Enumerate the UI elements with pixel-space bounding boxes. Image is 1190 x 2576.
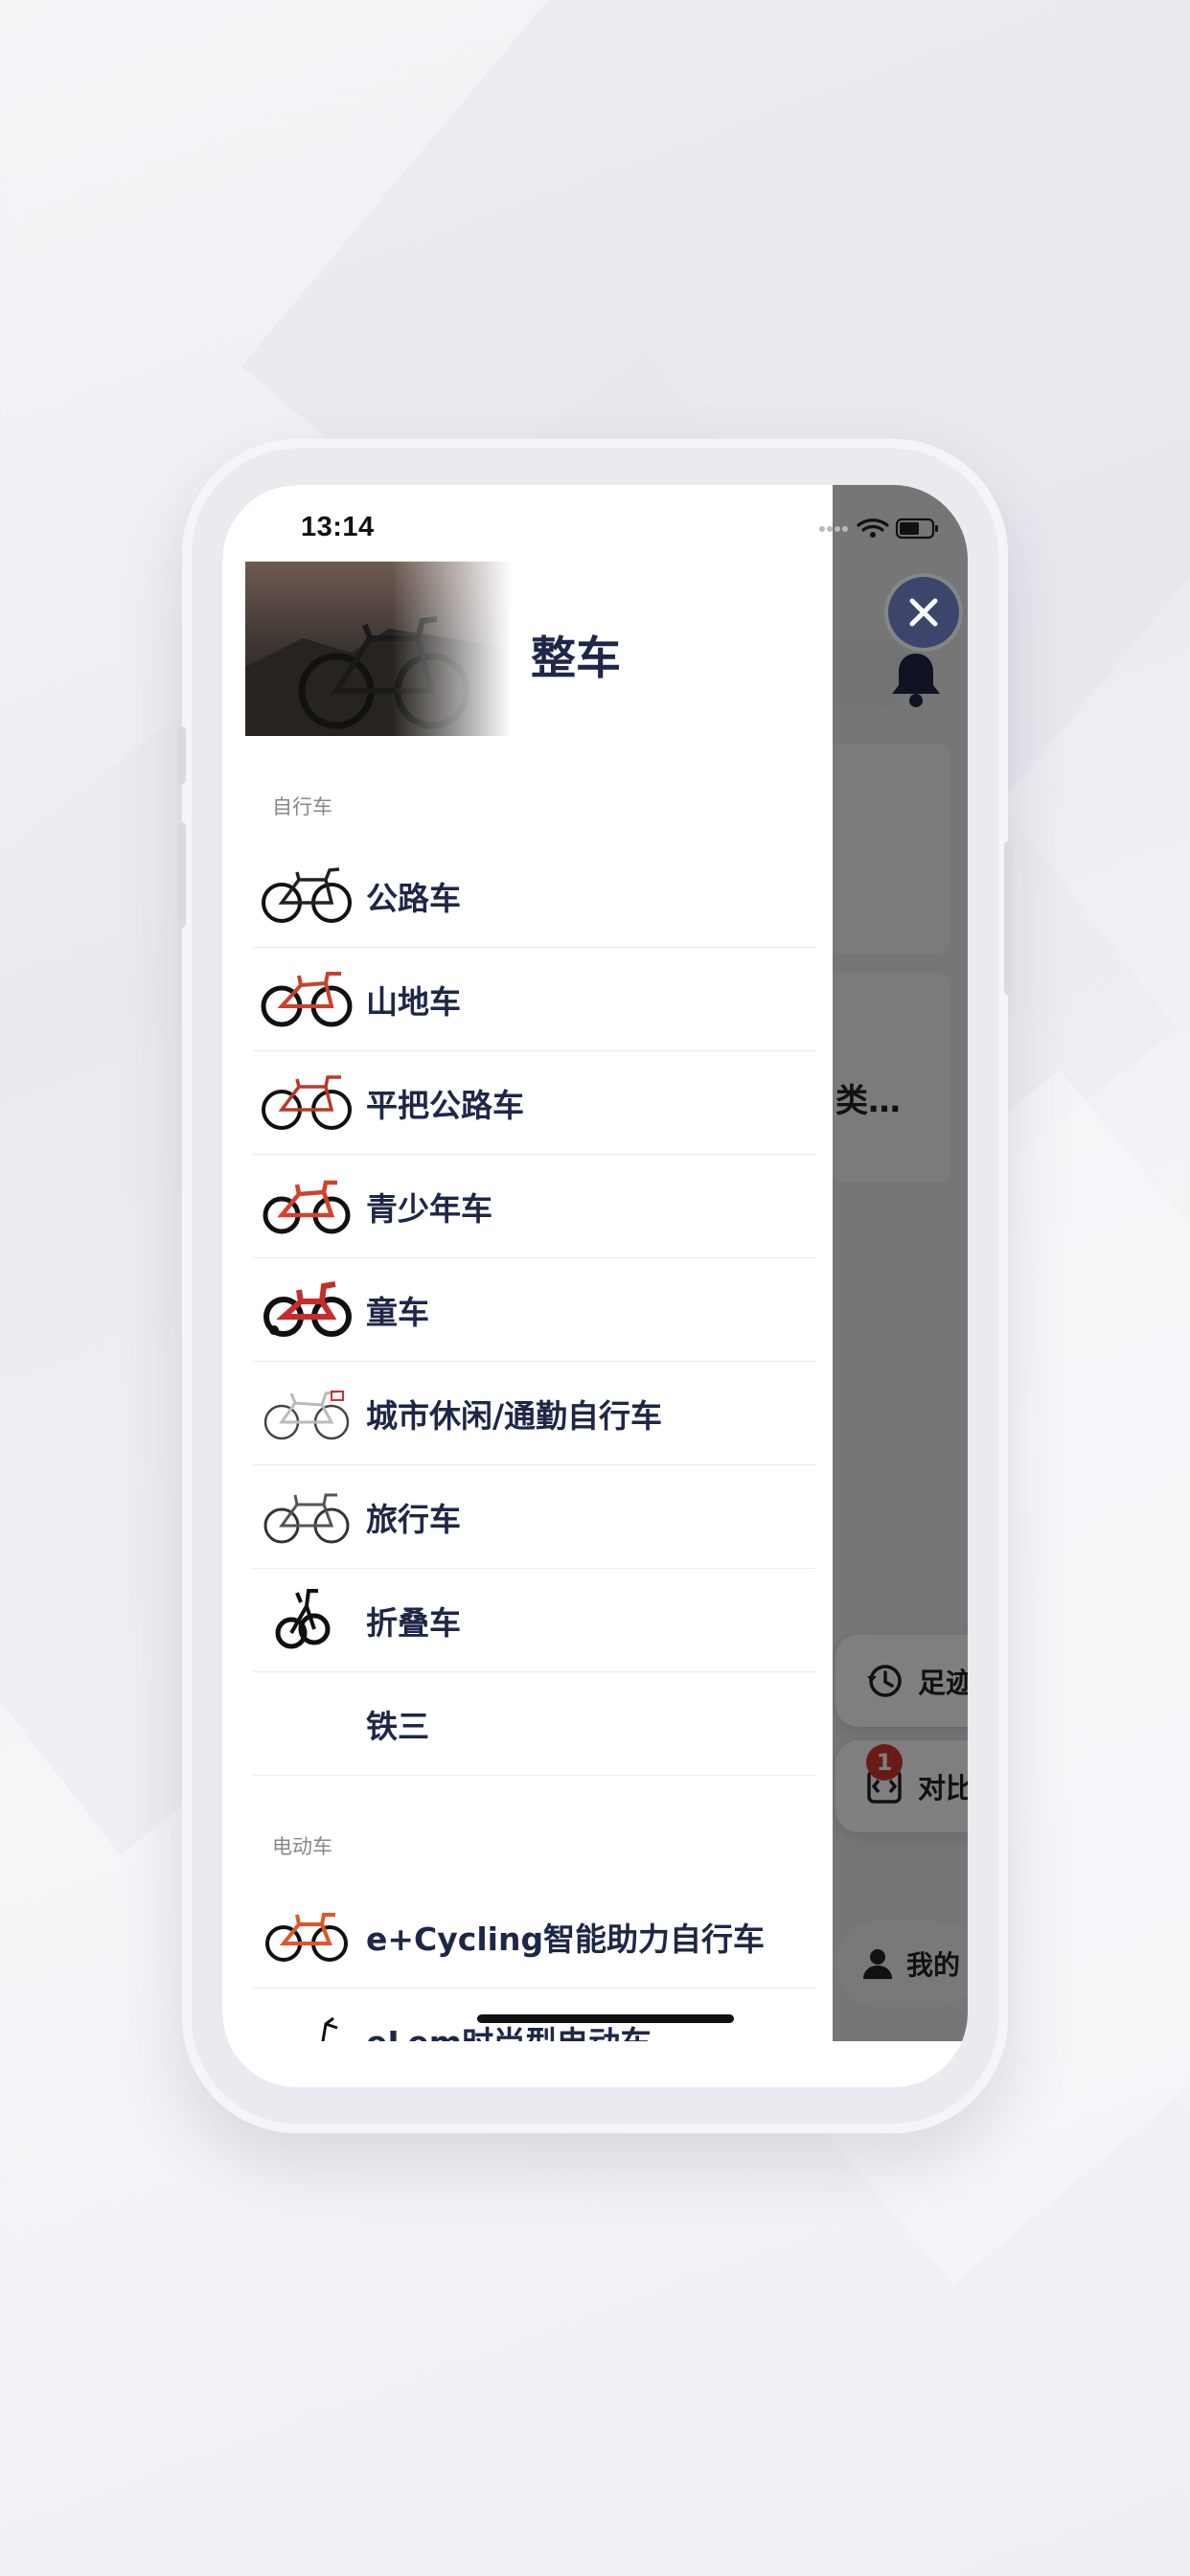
list-item-label: 青少年车 xyxy=(366,1190,492,1228)
phone-frame: 类… 足迹 对比 1 xyxy=(178,439,1012,2133)
list-item[interactable]: 童车 xyxy=(253,1257,816,1362)
list-item[interactable]: 公路车 xyxy=(253,843,816,948)
list-item-label: 铁三 xyxy=(366,1708,429,1745)
phone-side-button xyxy=(178,822,186,928)
wifi-icon xyxy=(857,518,889,532)
list-item-label: 旅行车 xyxy=(366,1501,461,1538)
list-item-label: 童车 xyxy=(366,1294,429,1331)
app-viewport: 类… 足迹 对比 1 xyxy=(222,485,968,2041)
kids-bike-icon xyxy=(263,1281,352,1337)
phone-side-button xyxy=(1004,841,1012,995)
mountain-bike-icon xyxy=(261,972,353,1027)
e-scooter-icon xyxy=(321,2016,338,2041)
list-item-label: 城市休闲/通勤自行车 xyxy=(366,1397,663,1435)
list-item[interactable]: 青少年车 xyxy=(253,1154,816,1258)
close-icon xyxy=(909,598,938,627)
status-icons xyxy=(819,518,938,540)
youth-bike-icon xyxy=(263,1180,351,1234)
flat-bar-road-bike-icon xyxy=(262,1075,352,1130)
e-bike-icon xyxy=(265,1913,348,1962)
list-item[interactable]: 折叠车 xyxy=(253,1568,816,1672)
city-bike-icon xyxy=(263,1390,350,1440)
drawer-title: 整车 xyxy=(531,632,621,685)
list-item[interactable]: e+Cycling智能助力自行车 xyxy=(253,1884,816,1989)
close-button[interactable] xyxy=(888,577,959,648)
home-indicator xyxy=(477,2014,734,2023)
road-bike-photo xyxy=(245,562,512,736)
list-item-label: e+Cycling智能助力自行车 xyxy=(366,1920,766,1958)
signal-icon xyxy=(819,526,848,532)
section-title-electric: 电动车 xyxy=(272,1835,332,1858)
list-item[interactable]: 平把公路车 xyxy=(253,1050,816,1155)
category-drawer: 13:14 整车 自行车 公路车 山地车 平把公路车 青少年车 童车 城市休闲/… xyxy=(222,485,833,2041)
folding-bike-icon xyxy=(275,1589,331,1649)
list-item[interactable]: 山地车 xyxy=(253,947,816,1051)
list-item[interactable]: 城市休闲/通勤自行车 xyxy=(253,1361,816,1465)
list-item-label: 平把公路车 xyxy=(366,1087,524,1124)
hero-image xyxy=(245,562,512,736)
road-bike-icon xyxy=(262,867,352,923)
list-item[interactable]: 旅行车 xyxy=(253,1464,816,1569)
phone-side-button xyxy=(178,726,186,784)
status-time: 13:14 xyxy=(301,512,375,542)
list-item-label: 折叠车 xyxy=(366,1604,461,1642)
list-item[interactable]: 铁三 xyxy=(253,1671,816,1776)
list-item-label: 山地车 xyxy=(366,983,461,1021)
touring-bike-icon xyxy=(263,1493,350,1544)
section-title-bicycle: 自行车 xyxy=(272,795,332,818)
phone-screen: 类… 足迹 对比 1 xyxy=(222,485,968,2087)
list-item-label: 公路车 xyxy=(366,880,461,917)
